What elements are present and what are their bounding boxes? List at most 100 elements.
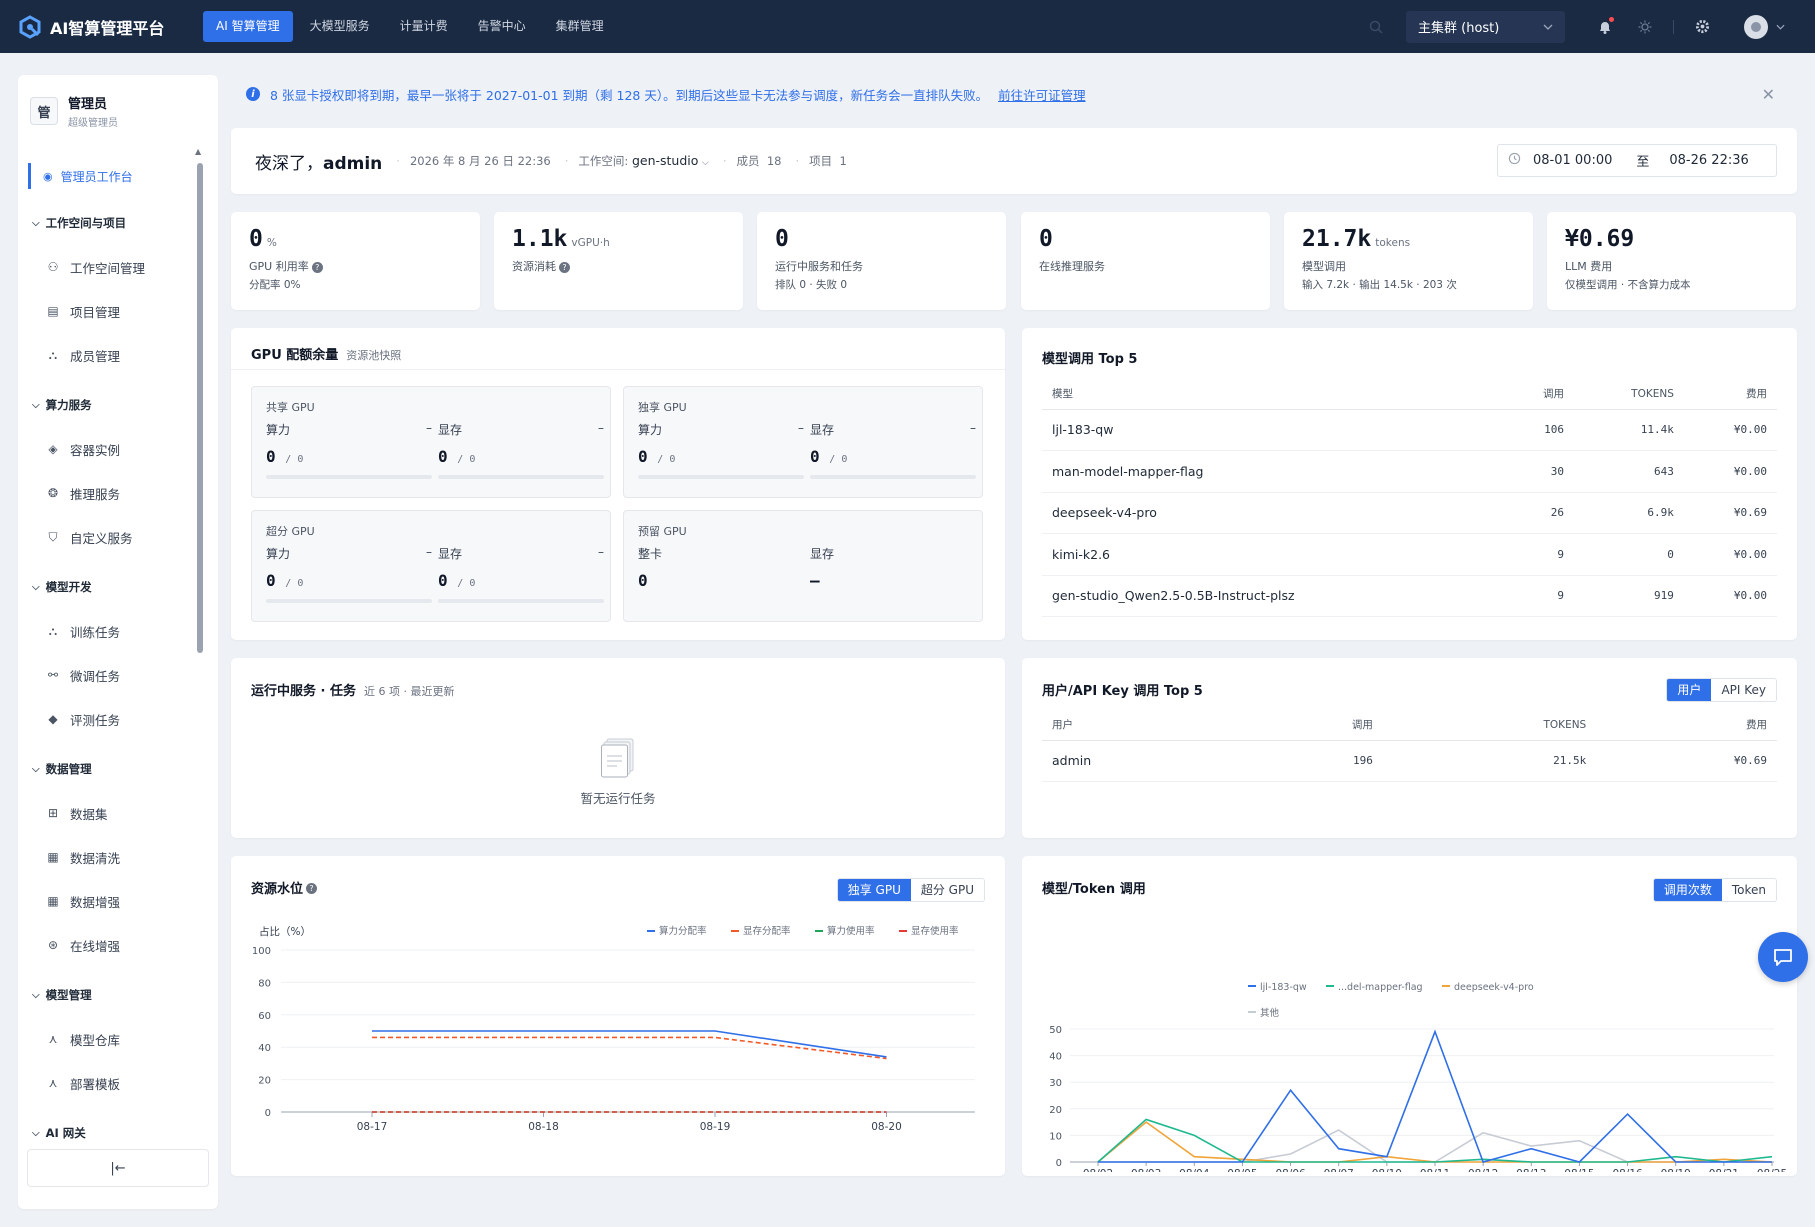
divider xyxy=(1673,19,1674,34)
table-row[interactable]: kimi-k2.6 9 0 ¥0.00 xyxy=(1042,533,1777,576)
gpu-quota-card: GPU 配额余量 资源池快照 共享 GPU 算力 –0 / 0 显存 –0 / 0 独享 G… xyxy=(231,328,1005,640)
tab-oversub-gpu[interactable]: 超分 GPU xyxy=(910,879,984,901)
date-from[interactable]: 08-01 00:00 xyxy=(1533,153,1612,168)
sidebar-group[interactable]: ⌵ 模型开发 xyxy=(18,565,204,609)
nav-alerts[interactable]: 告警中心 xyxy=(465,11,539,42)
sidebar-item[interactable]: ⊛ 在线增强 xyxy=(18,923,204,967)
metric-value: — xyxy=(810,571,820,590)
y-tick-label: 40 xyxy=(1049,1052,1062,1063)
greeting-text: 夜深了， xyxy=(255,153,323,174)
sidebar-item-label: 管理员工作台 xyxy=(60,169,133,184)
cost-cell: ¥0.00 xyxy=(1683,533,1777,576)
cluster-select-value: 主集群 (host) xyxy=(1418,21,1500,36)
license-link[interactable]: 前往许可证管理 xyxy=(998,85,1086,104)
metric-dash: – xyxy=(598,421,604,435)
sidebar-item[interactable]: ⋏ 部署模板 xyxy=(18,1061,204,1105)
sidebar-group[interactable]: ⌵ 算力服务 xyxy=(18,383,204,427)
sidebar-item[interactable]: ⛬ 训练任务 xyxy=(18,609,204,653)
cost-cell: ¥0.00 xyxy=(1683,450,1777,493)
sidebar-item[interactable]: ◈ 容器实例 xyxy=(18,427,204,471)
cluster-select[interactable]: 主集群 (host) xyxy=(1406,10,1565,43)
brand[interactable]: AI智算管理平台 xyxy=(18,14,200,39)
tab-users[interactable]: 用户 xyxy=(1667,679,1712,701)
gear-icon[interactable] xyxy=(1682,19,1722,34)
chevron-down-icon: ⌵ xyxy=(32,763,40,775)
table-row[interactable]: admin 196 21.5k ¥0.69 xyxy=(1042,740,1777,782)
nav-cluster[interactable]: 集群管理 xyxy=(543,11,617,42)
table-row[interactable]: man-model-mapper-flag 30 643 ¥0.00 xyxy=(1042,450,1777,493)
nav-billing[interactable]: 计量计费 xyxy=(387,11,461,42)
sun-icon[interactable] xyxy=(1625,20,1665,34)
stat-unit: tokens xyxy=(1375,237,1411,249)
sidebar: 管 管理员 超级管理员 ▲ ▼ ◉ 管理员工作台 ⌵工作空间与项目⚇工作空间管理… xyxy=(18,75,218,1209)
projects-label: 项目 xyxy=(809,154,833,168)
chat-button[interactable] xyxy=(1758,932,1808,982)
user-menu[interactable] xyxy=(1744,14,1785,39)
x-tick-label: 08/02 xyxy=(1083,1168,1113,1172)
search-icon[interactable] xyxy=(1356,20,1396,34)
sidebar-group[interactable]: ⌵ 模型管理 xyxy=(18,973,204,1017)
legend-label: ljl-183-qw xyxy=(1260,982,1307,993)
legend-label: 算力分配率 xyxy=(659,925,707,937)
sidebar-item[interactable]: ⚯ 微调任务 xyxy=(18,653,204,697)
y-axis-label: 占比（%） xyxy=(259,925,311,938)
table-row[interactable]: gen-studio_Qwen2.5-0.5B-Instruct-plsz 9 91… xyxy=(1042,575,1777,617)
stat-label: 运行中服务和任务 xyxy=(775,260,863,273)
sidebar-item[interactable]: ◆ 评测任务 xyxy=(18,697,204,741)
bell-icon[interactable] xyxy=(1585,16,1625,35)
tab-api-key[interactable]: API Key xyxy=(1711,679,1776,701)
tab-call-count[interactable]: 调用次数 xyxy=(1653,879,1722,901)
sidebar-item[interactable]: ⛉ 自定义服务 xyxy=(18,515,204,559)
users-icon: ⚇ xyxy=(47,260,59,274)
metric-total: / 0 xyxy=(285,578,304,589)
sidebar-item[interactable]: ▦ 数据增强 xyxy=(18,879,204,923)
chevron-down-icon xyxy=(1776,24,1785,30)
date-range-picker[interactable]: 08-01 00:00 至 08-26 22:36 xyxy=(1497,144,1777,177)
calls-cell: 9 xyxy=(1502,533,1574,576)
gpu-quota-box: 超分 GPU 算力 –0 / 0 显存 –0 / 0 xyxy=(251,510,611,622)
x-tick-label: 08/06 xyxy=(1275,1168,1306,1172)
col-cost: 费用 xyxy=(1683,379,1777,410)
cost-cell: ¥0.00 xyxy=(1683,575,1777,617)
sidebar-item[interactable]: ▤ 项目管理 xyxy=(18,289,204,333)
sidebar-item[interactable]: ▦ 数据清洗 xyxy=(18,835,204,879)
help-icon[interactable]: ? xyxy=(559,261,570,273)
close-icon[interactable]: ✕ xyxy=(1762,85,1775,104)
chat-icon xyxy=(1774,949,1792,966)
sidebar-group[interactable]: ⌵ 数据管理 xyxy=(18,747,204,791)
workspace-select[interactable]: · 工作空间: gen-studio ⌵ xyxy=(565,153,709,169)
metric-label: 整卡 xyxy=(638,547,663,561)
metric-total: / 0 xyxy=(657,454,676,465)
sidebar-item-label: 在线增强 xyxy=(70,938,121,954)
running-title: 运行中服务 · 任务 xyxy=(251,684,356,699)
x-tick-label: 08-20 xyxy=(871,1121,902,1133)
clock-icon xyxy=(1508,152,1521,169)
series-line xyxy=(1097,1118,1773,1163)
info-icon: i xyxy=(246,87,260,101)
sidebar-item-admin-workbench[interactable]: ◉ 管理员工作台 xyxy=(28,163,204,189)
tab-token[interactable]: Token xyxy=(1721,879,1776,901)
sidebar-item[interactable]: ⋏ 模型仓库 xyxy=(18,1017,204,1061)
sidebar-item[interactable]: ⛬ 成员管理 xyxy=(18,333,204,377)
sidebar-item-label: 数据增强 xyxy=(70,894,121,910)
nav-llm-service[interactable]: 大模型服务 xyxy=(297,11,383,42)
tokens-cell: 21.5k xyxy=(1382,740,1597,782)
nav-ai-compute[interactable]: AI 智算管理 xyxy=(203,11,293,42)
sidebar-group[interactable]: ⌵ 工作空间与项目 xyxy=(18,201,204,245)
tab-exclusive-gpu[interactable]: 独享 GPU xyxy=(837,879,911,901)
help-icon[interactable]: ? xyxy=(311,261,323,273)
chevron-down-icon: ⌵ xyxy=(32,581,40,593)
sidebar-item[interactable]: ⊞ 数据集 xyxy=(18,791,204,835)
table-row[interactable]: ljl-183-qw 106 11.4k ¥0.00 xyxy=(1042,409,1777,451)
metric-total: / 0 xyxy=(457,578,476,589)
cost-cell: ¥0.00 xyxy=(1683,409,1777,451)
collapse-sidebar-button[interactable]: |← xyxy=(27,1149,209,1187)
date-to[interactable]: 08-26 22:36 xyxy=(1669,153,1748,168)
help-icon[interactable]: ? xyxy=(306,883,318,894)
table-row[interactable]: deepseek-v4-pro 26 6.9k ¥0.69 xyxy=(1042,492,1777,534)
sidebar-item[interactable]: ❂ 推理服务 xyxy=(18,471,204,515)
calls-cell: 30 xyxy=(1502,450,1574,493)
welcome-header: 夜深了，admin · 2026 年 8 月 26 日 22:36 · 工作空间: … xyxy=(231,128,1797,194)
chevron-down-icon: ⌵ xyxy=(32,1127,40,1139)
sidebar-item[interactable]: ⚇ 工作空间管理 xyxy=(18,245,204,289)
